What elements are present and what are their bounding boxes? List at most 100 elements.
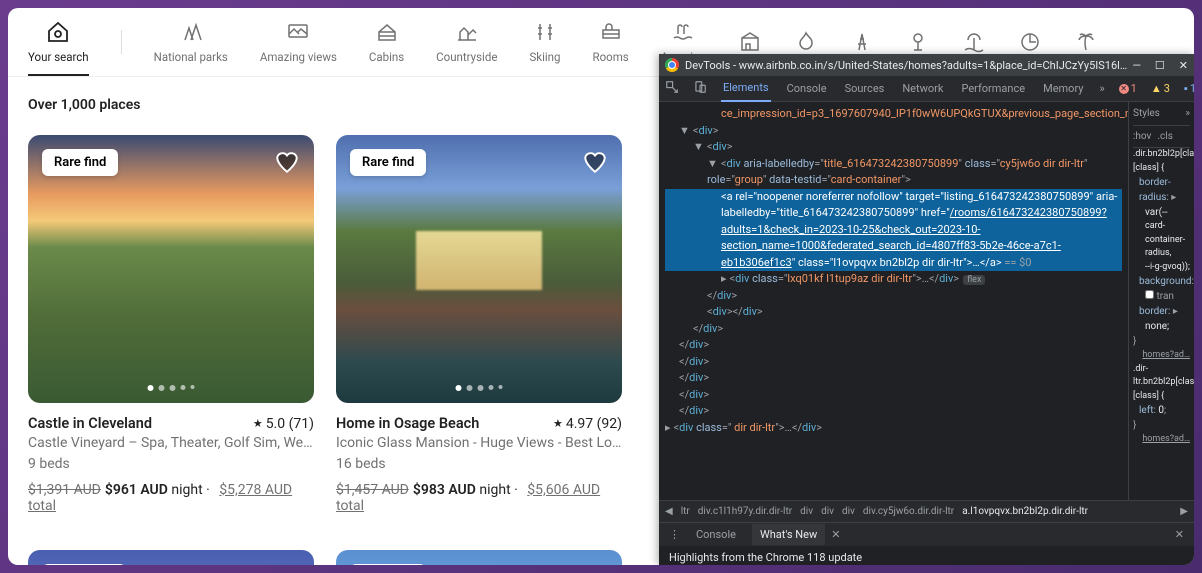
beach-icon: [962, 30, 986, 54]
styles-pane[interactable]: Styles» :hov .cls .dir.bn2bl2p[class][cl…: [1128, 102, 1194, 500]
category-national-parks[interactable]: National parks: [154, 20, 228, 76]
dom-breadcrumbs[interactable]: ◀ ltr div.c1l1h97y.dir.dir-ltr div div d…: [659, 500, 1194, 522]
whatsnew-headline: Highlights from the Chrome 118 update: [669, 551, 862, 564]
more-tabs-icon[interactable]: »: [1099, 82, 1104, 95]
divider: [121, 30, 122, 54]
minimize-icon[interactable]: —: [1132, 59, 1141, 72]
tab-sources[interactable]: Sources: [843, 76, 887, 101]
listing-card[interactable]: Superhost: [28, 550, 314, 565]
category-label: Your search: [28, 50, 89, 64]
drawer-tab-console[interactable]: Console: [696, 528, 736, 541]
styles-header: Styles: [1133, 106, 1160, 121]
crumb-scroll-left[interactable]: ◀: [665, 506, 673, 517]
listing-rating: 5.0 (71): [253, 416, 314, 432]
dom-tree[interactable]: ce_impression_id=p3_1697607940_IP1f0wW6U…: [659, 102, 1128, 500]
category-label: Countryside: [436, 50, 497, 64]
trending-icon: [794, 30, 818, 54]
listing-subtitle: Castle Vineyard – Spa, Theater, Golf Sim…: [28, 434, 314, 453]
listing-image[interactable]: Rare find: [336, 135, 622, 403]
selected-dom-node[interactable]: <a rel="noopener noreferrer nofollow" ta…: [665, 189, 1122, 272]
mansion-icon: [738, 30, 762, 54]
views-icon: [286, 20, 310, 44]
listing-card[interactable]: Rare find: [336, 550, 622, 565]
close-icon[interactable]: ✕: [1179, 59, 1188, 72]
hov-toggle[interactable]: :hov: [1133, 129, 1151, 144]
category-cabins[interactable]: Cabins: [369, 20, 404, 76]
listing-title: Castle in Cleveland: [28, 415, 152, 432]
category-label: Amazing views: [260, 50, 337, 64]
category-your-search[interactable]: Your search: [28, 20, 89, 76]
devtools-panel: DevTools - www.airbnb.co.in/s/United-Sta…: [659, 54, 1194, 565]
play-icon: [906, 30, 930, 54]
listing-badge: Rare find: [350, 149, 426, 176]
listing-beds: 9 beds: [28, 455, 314, 474]
price: $961 AUD: [105, 482, 168, 498]
listing-image[interactable]: Rare find: [28, 135, 314, 403]
category-label: Rooms: [593, 50, 629, 64]
listing-badge: Rare find: [350, 564, 426, 565]
rooms-icon: [599, 20, 623, 44]
listing-image[interactable]: Superhost: [28, 550, 314, 565]
price-unit: night: [171, 482, 202, 498]
park-icon: [179, 20, 203, 44]
wishlist-heart-icon[interactable]: [274, 564, 300, 565]
listing-image[interactable]: Rare find: [336, 550, 622, 565]
farm-icon: [1018, 30, 1042, 54]
crumb-scroll-right[interactable]: ▶: [1180, 506, 1188, 517]
listing-card[interactable]: Rare find Home in Osage Beach 4.97 (92) …: [336, 135, 622, 514]
cabin-icon: [375, 20, 399, 44]
warning-count[interactable]: ▲3: [1151, 82, 1170, 95]
category-rooms[interactable]: Rooms: [593, 20, 629, 76]
drawer-menu-icon[interactable]: ⋮: [669, 528, 680, 541]
cls-toggle[interactable]: .cls: [1157, 129, 1172, 144]
devtools-titlebar[interactable]: DevTools - www.airbnb.co.in/s/United-Sta…: [659, 54, 1194, 76]
search-icon: [46, 20, 70, 44]
error-count[interactable]: ✕1: [1119, 82, 1137, 95]
inspect-icon[interactable]: [665, 80, 679, 97]
carousel-dots: [456, 385, 503, 391]
listing-rating: 4.97 (92): [553, 416, 622, 432]
category-label: National parks: [154, 50, 228, 64]
listing-price: $1,457 AUD$983 AUD night · $5,606 AUD to…: [336, 482, 622, 514]
chrome-icon: [665, 58, 679, 72]
carousel-dots: [148, 385, 195, 391]
drawer-body: Highlights from the Chrome 118 update: [659, 546, 1194, 565]
listing-badge: Superhost: [42, 564, 126, 565]
listing-title: Home in Osage Beach: [336, 415, 479, 432]
tab-elements[interactable]: Elements: [721, 75, 771, 102]
wishlist-heart-icon[interactable]: [274, 149, 300, 175]
listing-price: $1,391 AUD$961 AUD night · $5,278 AUD to…: [28, 482, 314, 514]
devtools-tabs: Elements Console Sources Network Perform…: [659, 76, 1194, 102]
category-skiing[interactable]: Skiing: [529, 20, 560, 76]
skiing-icon: [533, 20, 557, 44]
drawer-tab-close-icon[interactable]: ✕: [831, 528, 840, 541]
category-countryside[interactable]: Countryside: [436, 20, 497, 76]
more-styles-icon[interactable]: »: [1185, 106, 1190, 121]
listing-card[interactable]: Rare find Castle in Cleveland 5.0 (71) C…: [28, 135, 314, 514]
issues-count[interactable]: ▪1: [1184, 82, 1194, 95]
drawer-tab-whatsnew[interactable]: What's New: [752, 524, 825, 545]
maximize-icon[interactable]: ☐: [1155, 59, 1165, 72]
category-amazing-views[interactable]: Amazing views: [260, 20, 337, 76]
pool-icon: [671, 20, 695, 44]
tower-icon: [850, 30, 874, 54]
wishlist-heart-icon[interactable]: [582, 149, 608, 175]
wishlist-heart-icon[interactable]: [582, 564, 608, 565]
style-checkbox[interactable]: [1145, 290, 1154, 299]
tab-console[interactable]: Console: [785, 76, 829, 101]
old-price: $1,391 AUD: [28, 482, 101, 498]
tab-performance[interactable]: Performance: [959, 76, 1027, 101]
category-label: Cabins: [369, 50, 404, 64]
countryside-icon: [455, 20, 479, 44]
drawer-close-icon[interactable]: ✕: [1175, 528, 1184, 541]
tab-network[interactable]: Network: [900, 76, 945, 101]
category-label: Skiing: [529, 50, 560, 64]
listing-beds: 16 beds: [336, 455, 622, 474]
price-unit: night: [479, 482, 510, 498]
listing-badge: Rare find: [42, 149, 118, 176]
tropical-icon: [1074, 30, 1098, 54]
old-price: $1,457 AUD: [336, 482, 409, 498]
tab-memory[interactable]: Memory: [1041, 76, 1085, 101]
drawer-tabs: ⋮ Console What's New ✕ ✕: [659, 522, 1194, 546]
device-icon[interactable]: [693, 80, 707, 97]
